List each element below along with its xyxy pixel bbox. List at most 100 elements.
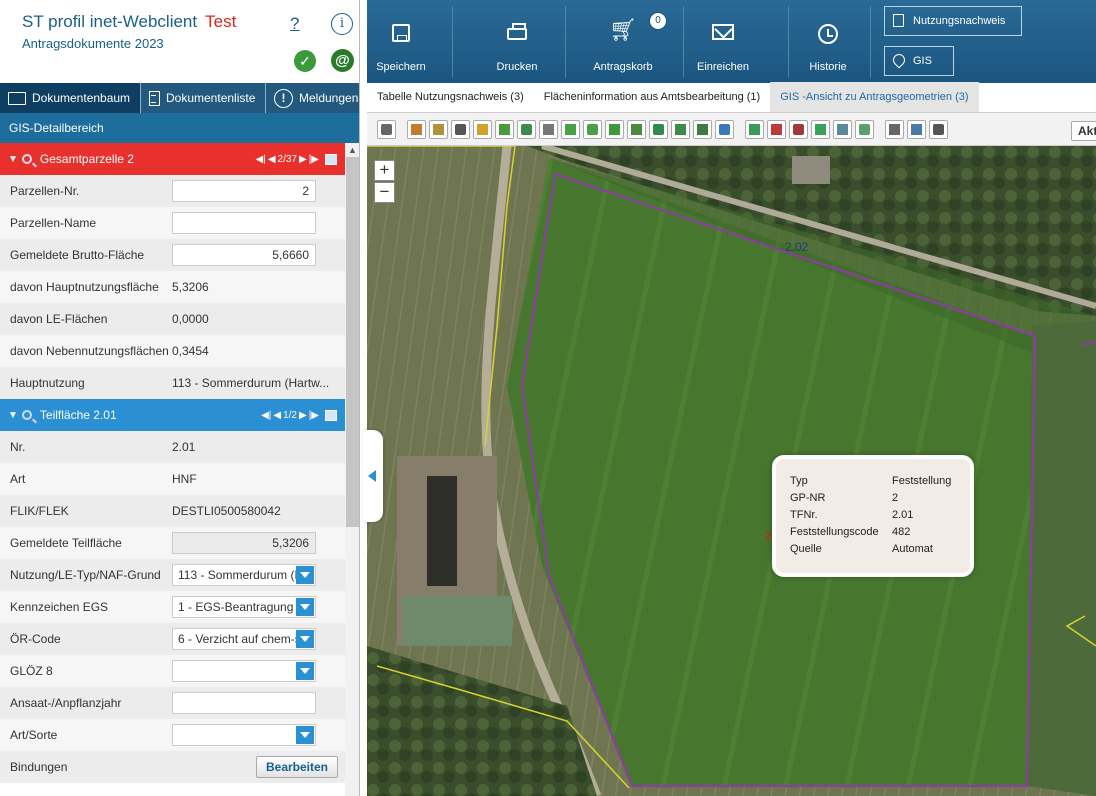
dropdown-arrow-icon[interactable] [296,726,314,744]
union-icon[interactable] [627,120,646,139]
polygon-edit-icon[interactable] [693,120,712,139]
collapse-panel-toggle[interactable] [363,430,383,522]
zoom-to-subarea-icon[interactable] [21,410,32,420]
draw-icon[interactable] [407,120,426,139]
dropdown-arrow-icon[interactable] [296,630,314,648]
at-icon[interactable]: @ [331,49,354,72]
toolbar-divider [683,6,684,78]
send-icon [712,24,734,40]
app-subtitle: Antragsdokumente 2023 [22,36,164,51]
dropdown-arrow-icon[interactable] [296,566,314,584]
edit-icon[interactable] [429,120,448,139]
layer-icon[interactable] [767,120,786,139]
checkmark-icon[interactable]: ✓ [294,50,316,72]
usage-select[interactable]: 113 - Sommerdurum (H [172,564,316,586]
delete-icon-glyph [543,124,554,135]
cart-icon: 🛒︎ [609,17,637,42]
pencil-icon[interactable] [473,120,492,139]
print-map-icon[interactable] [929,120,948,139]
next-page-icon[interactable]: ▶ [299,154,307,165]
popup-value: 482 [892,526,911,538]
first-page-icon[interactable]: ◀| [261,410,271,421]
zoom-extent-icon[interactable] [745,120,764,139]
tab-dokumentenbaum[interactable]: Dokumentenbaum [0,83,141,113]
tab-dokumentenliste[interactable]: Dokumentenliste [141,83,266,113]
layer-edit-icon[interactable] [833,120,852,139]
tab-usage-table[interactable]: Tabelle Nutzungsnachweis (3) [367,82,534,112]
history-button[interactable]: Historie [792,0,864,83]
zoom-to-parcel-icon[interactable] [21,154,32,164]
toolbar-divider [870,6,871,78]
tab-meldungen[interactable]: ! Meldungen [266,83,359,113]
polygon-merge-icon[interactable] [671,120,690,139]
split-icon[interactable] [451,120,470,139]
parcel-number-input[interactable]: 2 [172,180,316,202]
zoom-in-button[interactable]: + [374,160,395,181]
environment-label: Test [205,12,237,31]
polygon-icon[interactable] [649,120,668,139]
sowing-year-input[interactable] [172,692,316,714]
dropdown-arrow-icon[interactable] [296,662,314,680]
collapse-triangle-icon[interactable]: ▼ [8,410,18,421]
subarea-area-input[interactable]: 5,3206 [172,532,316,554]
split-icon-glyph [455,124,466,135]
prev-page-icon[interactable]: ◀ [273,410,281,421]
prev-page-icon[interactable]: ◀ [268,154,276,165]
gross-area-input[interactable]: 5,6660 [172,244,316,266]
merge-icon[interactable] [495,120,514,139]
scrollbar[interactable]: ▲ [345,143,359,796]
scrollbar-thumb[interactable] [346,157,359,527]
delete-icon[interactable] [539,120,558,139]
tree-icon[interactable] [517,120,536,139]
map-view[interactable]: 2.02 2 + − [367,146,1096,796]
field-label: Parzellen-Nr. [10,184,80,198]
last-page-icon[interactable]: |▶ [309,410,319,421]
gloez8-select[interactable] [172,660,316,682]
select-arrow-icon[interactable] [377,120,396,139]
usage-proof-button[interactable]: Nutzungsnachweis [884,6,1022,36]
info-icon[interactable] [907,120,926,139]
move-all-icon[interactable] [583,120,602,139]
field-label: davon Hauptnutzungsfläche [10,280,159,294]
layer-select-icon-glyph [859,124,870,135]
print-button[interactable]: Drucken [483,0,551,83]
parcel-name-input[interactable] [172,212,316,234]
akt-button[interactable]: Akt [1071,121,1096,141]
zoom-out-button[interactable]: − [374,182,395,203]
or-code-select[interactable]: 6 - Verzicht auf chem-sy [172,628,316,650]
split-area-icon-glyph [609,124,620,135]
table-view-icon[interactable] [325,409,337,421]
gis-button[interactable]: GIS [884,46,954,76]
tab-area-information[interactable]: Flächeninformation aus Amtsbearbeitung (… [534,82,770,112]
help-link[interactable]: ? [290,14,299,34]
table-view-icon[interactable] [325,153,337,165]
parcel-section-header[interactable]: ▼ Gesamtparzelle 2 ◀| ◀ 2/37 ▶ |▶ [0,143,345,175]
layer-stack-icon[interactable] [789,120,808,139]
egs-select[interactable]: 1 - EGS-Beantragung [172,596,316,618]
collapse-triangle-icon[interactable]: ▼ [8,154,18,165]
tab-gis-view[interactable]: GIS -Ansicht zu Antragsgeometrien (3) [770,82,979,112]
measure-icon[interactable] [715,120,734,139]
split-area-icon[interactable] [605,120,624,139]
subarea-pager: ◀| ◀ 1/2 ▶ |▶ [261,399,337,431]
dropdown-arrow-icon[interactable] [296,598,314,616]
save-button[interactable]: Speichern [367,0,435,83]
variety-select[interactable] [172,724,316,746]
last-page-icon[interactable]: |▶ [309,154,319,165]
submit-button[interactable]: Einreichen [688,0,758,83]
layer-move-icon[interactable] [811,120,830,139]
cart-button[interactable]: 🛒︎ Antragskorb [585,0,661,83]
layer-select-icon[interactable] [855,120,874,139]
move-icon[interactable] [561,120,580,139]
form-row: FLIK/FLEK DESTLI0500580042 [0,495,345,527]
scroll-up-icon[interactable]: ▲ [348,145,357,155]
app-title: ST profil inet-Webclient Test [22,12,236,32]
info-icon[interactable]: i [331,13,353,35]
next-page-icon[interactable]: ▶ [299,410,307,421]
edit-bindings-button[interactable]: Bearbeiten [256,756,338,778]
list-icon[interactable] [885,120,904,139]
edit-icon-glyph [433,124,444,135]
subarea-section-header[interactable]: ▼ Teilfläche 2.01 ◀| ◀ 1/2 ▶ |▶ [0,399,345,431]
subarea-rows: Nr. 2.01 Art HNF FLIK/FLEK DESTLI0500580042… [0,431,345,783]
first-page-icon[interactable]: ◀| [256,154,266,165]
